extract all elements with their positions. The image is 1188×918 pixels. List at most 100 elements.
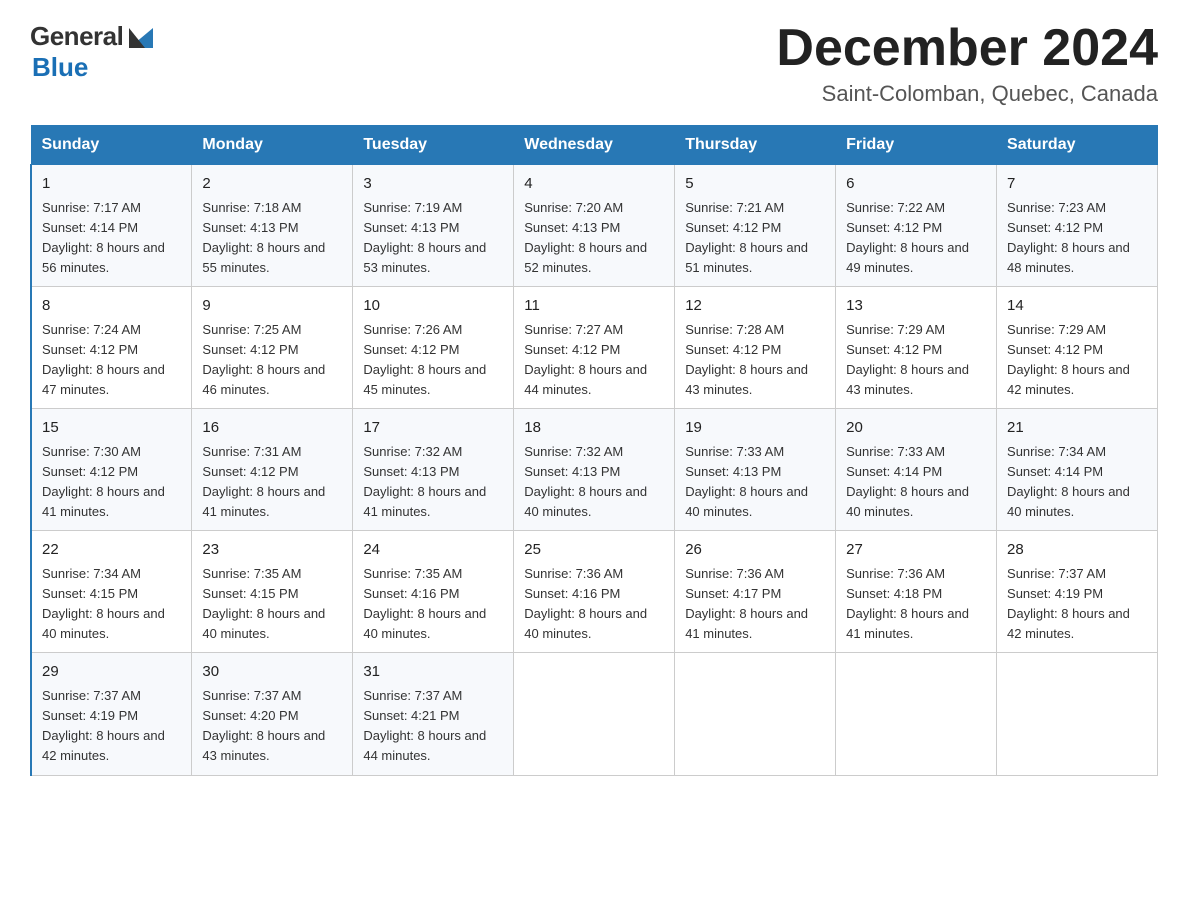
column-header-friday: Friday (836, 126, 997, 165)
day-number: 23 (202, 539, 342, 562)
calendar-cell: 25Sunrise: 7:36 AMSunset: 4:16 PMDayligh… (514, 531, 675, 653)
day-number: 9 (202, 295, 342, 318)
calendar-cell: 21Sunrise: 7:34 AMSunset: 4:14 PMDayligh… (997, 409, 1158, 531)
calendar-cell: 9Sunrise: 7:25 AMSunset: 4:12 PMDaylight… (192, 287, 353, 409)
calendar-cell: 27Sunrise: 7:36 AMSunset: 4:18 PMDayligh… (836, 531, 997, 653)
day-number: 31 (363, 661, 503, 684)
calendar-cell: 8Sunrise: 7:24 AMSunset: 4:12 PMDaylight… (31, 287, 192, 409)
day-info: Sunrise: 7:32 AMSunset: 4:13 PMDaylight:… (363, 442, 503, 523)
day-info: Sunrise: 7:33 AMSunset: 4:14 PMDaylight:… (846, 442, 986, 523)
day-info: Sunrise: 7:33 AMSunset: 4:13 PMDaylight:… (685, 442, 825, 523)
calendar-cell: 3Sunrise: 7:19 AMSunset: 4:13 PMDaylight… (353, 165, 514, 287)
calendar-cell: 17Sunrise: 7:32 AMSunset: 4:13 PMDayligh… (353, 409, 514, 531)
calendar-cell: 2Sunrise: 7:18 AMSunset: 4:13 PMDaylight… (192, 165, 353, 287)
day-info: Sunrise: 7:37 AMSunset: 4:20 PMDaylight:… (202, 686, 342, 767)
calendar-table: SundayMondayTuesdayWednesdayThursdayFrid… (30, 125, 1158, 775)
calendar-cell: 24Sunrise: 7:35 AMSunset: 4:16 PMDayligh… (353, 531, 514, 653)
day-info: Sunrise: 7:32 AMSunset: 4:13 PMDaylight:… (524, 442, 664, 523)
calendar-cell: 11Sunrise: 7:27 AMSunset: 4:12 PMDayligh… (514, 287, 675, 409)
calendar-cell: 26Sunrise: 7:36 AMSunset: 4:17 PMDayligh… (675, 531, 836, 653)
day-number: 2 (202, 173, 342, 196)
calendar-week-row: 22Sunrise: 7:34 AMSunset: 4:15 PMDayligh… (31, 531, 1158, 653)
calendar-header-row: SundayMondayTuesdayWednesdayThursdayFrid… (31, 126, 1158, 165)
calendar-cell: 22Sunrise: 7:34 AMSunset: 4:15 PMDayligh… (31, 531, 192, 653)
calendar-week-row: 8Sunrise: 7:24 AMSunset: 4:12 PMDaylight… (31, 287, 1158, 409)
day-number: 21 (1007, 417, 1147, 440)
calendar-cell (997, 653, 1158, 775)
day-number: 10 (363, 295, 503, 318)
day-number: 28 (1007, 539, 1147, 562)
day-number: 30 (202, 661, 342, 684)
day-info: Sunrise: 7:37 AMSunset: 4:19 PMDaylight:… (1007, 564, 1147, 645)
calendar-cell: 23Sunrise: 7:35 AMSunset: 4:15 PMDayligh… (192, 531, 353, 653)
calendar-cell: 6Sunrise: 7:22 AMSunset: 4:12 PMDaylight… (836, 165, 997, 287)
day-number: 27 (846, 539, 986, 562)
calendar-title-area: December 2024 Saint-Colomban, Quebec, Ca… (776, 20, 1158, 107)
day-info: Sunrise: 7:37 AMSunset: 4:19 PMDaylight:… (42, 686, 181, 767)
day-info: Sunrise: 7:35 AMSunset: 4:16 PMDaylight:… (363, 564, 503, 645)
calendar-cell: 29Sunrise: 7:37 AMSunset: 4:19 PMDayligh… (31, 653, 192, 775)
calendar-cell: 19Sunrise: 7:33 AMSunset: 4:13 PMDayligh… (675, 409, 836, 531)
calendar-cell: 16Sunrise: 7:31 AMSunset: 4:12 PMDayligh… (192, 409, 353, 531)
calendar-cell: 28Sunrise: 7:37 AMSunset: 4:19 PMDayligh… (997, 531, 1158, 653)
calendar-cell: 10Sunrise: 7:26 AMSunset: 4:12 PMDayligh… (353, 287, 514, 409)
day-number: 20 (846, 417, 986, 440)
calendar-cell: 20Sunrise: 7:33 AMSunset: 4:14 PMDayligh… (836, 409, 997, 531)
calendar-cell: 7Sunrise: 7:23 AMSunset: 4:12 PMDaylight… (997, 165, 1158, 287)
day-number: 16 (202, 417, 342, 440)
day-info: Sunrise: 7:34 AMSunset: 4:14 PMDaylight:… (1007, 442, 1147, 523)
day-info: Sunrise: 7:23 AMSunset: 4:12 PMDaylight:… (1007, 198, 1147, 279)
day-info: Sunrise: 7:29 AMSunset: 4:12 PMDaylight:… (846, 320, 986, 401)
column-header-saturday: Saturday (997, 126, 1158, 165)
day-info: Sunrise: 7:22 AMSunset: 4:12 PMDaylight:… (846, 198, 986, 279)
day-info: Sunrise: 7:24 AMSunset: 4:12 PMDaylight:… (42, 320, 181, 401)
column-header-tuesday: Tuesday (353, 126, 514, 165)
column-header-monday: Monday (192, 126, 353, 165)
calendar-week-row: 15Sunrise: 7:30 AMSunset: 4:12 PMDayligh… (31, 409, 1158, 531)
day-info: Sunrise: 7:31 AMSunset: 4:12 PMDaylight:… (202, 442, 342, 523)
day-number: 22 (42, 539, 181, 562)
day-info: Sunrise: 7:17 AMSunset: 4:14 PMDaylight:… (42, 198, 181, 279)
calendar-cell (675, 653, 836, 775)
calendar-cell: 12Sunrise: 7:28 AMSunset: 4:12 PMDayligh… (675, 287, 836, 409)
day-number: 7 (1007, 173, 1147, 196)
day-number: 13 (846, 295, 986, 318)
calendar-cell: 4Sunrise: 7:20 AMSunset: 4:13 PMDaylight… (514, 165, 675, 287)
column-header-wednesday: Wednesday (514, 126, 675, 165)
day-info: Sunrise: 7:29 AMSunset: 4:12 PMDaylight:… (1007, 320, 1147, 401)
day-info: Sunrise: 7:21 AMSunset: 4:12 PMDaylight:… (685, 198, 825, 279)
calendar-week-row: 1Sunrise: 7:17 AMSunset: 4:14 PMDaylight… (31, 165, 1158, 287)
day-info: Sunrise: 7:36 AMSunset: 4:16 PMDaylight:… (524, 564, 664, 645)
calendar-week-row: 29Sunrise: 7:37 AMSunset: 4:19 PMDayligh… (31, 653, 1158, 775)
month-year-title: December 2024 (776, 20, 1158, 77)
logo-general-text: General (30, 21, 123, 52)
logo: General Blue (30, 20, 159, 83)
day-info: Sunrise: 7:27 AMSunset: 4:12 PMDaylight:… (524, 320, 664, 401)
location-subtitle: Saint-Colomban, Quebec, Canada (776, 81, 1158, 107)
day-number: 25 (524, 539, 664, 562)
day-number: 6 (846, 173, 986, 196)
day-number: 29 (42, 661, 181, 684)
page-header: General Blue December 2024 Saint-Colomba… (30, 20, 1158, 107)
day-number: 19 (685, 417, 825, 440)
day-info: Sunrise: 7:18 AMSunset: 4:13 PMDaylight:… (202, 198, 342, 279)
column-header-thursday: Thursday (675, 126, 836, 165)
day-number: 24 (363, 539, 503, 562)
day-number: 8 (42, 295, 181, 318)
day-number: 15 (42, 417, 181, 440)
calendar-cell: 31Sunrise: 7:37 AMSunset: 4:21 PMDayligh… (353, 653, 514, 775)
calendar-cell (836, 653, 997, 775)
day-number: 5 (685, 173, 825, 196)
day-info: Sunrise: 7:36 AMSunset: 4:18 PMDaylight:… (846, 564, 986, 645)
day-number: 14 (1007, 295, 1147, 318)
calendar-cell: 30Sunrise: 7:37 AMSunset: 4:20 PMDayligh… (192, 653, 353, 775)
day-info: Sunrise: 7:35 AMSunset: 4:15 PMDaylight:… (202, 564, 342, 645)
day-info: Sunrise: 7:20 AMSunset: 4:13 PMDaylight:… (524, 198, 664, 279)
day-number: 11 (524, 295, 664, 318)
day-info: Sunrise: 7:30 AMSunset: 4:12 PMDaylight:… (42, 442, 181, 523)
day-info: Sunrise: 7:26 AMSunset: 4:12 PMDaylight:… (363, 320, 503, 401)
calendar-cell: 15Sunrise: 7:30 AMSunset: 4:12 PMDayligh… (31, 409, 192, 531)
day-number: 18 (524, 417, 664, 440)
calendar-cell: 14Sunrise: 7:29 AMSunset: 4:12 PMDayligh… (997, 287, 1158, 409)
day-info: Sunrise: 7:36 AMSunset: 4:17 PMDaylight:… (685, 564, 825, 645)
